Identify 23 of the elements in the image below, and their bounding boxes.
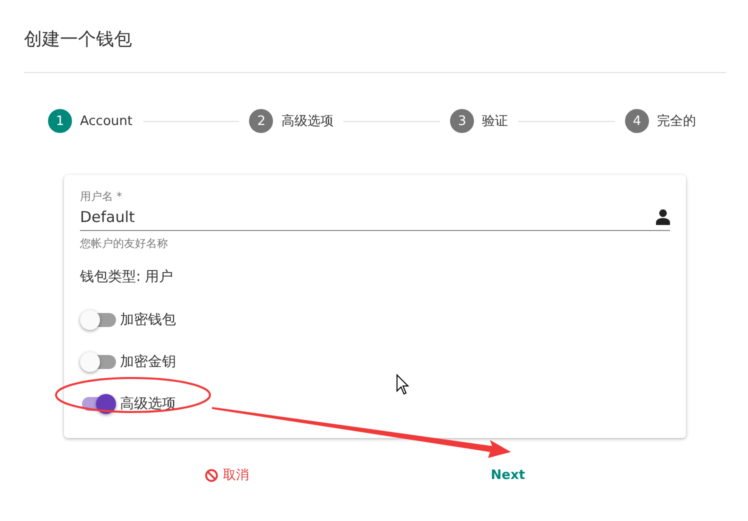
step-number[interactable]: 1 [48, 109, 72, 133]
switch-label: 高级选项 [120, 395, 176, 413]
switch-label: 加密钱包 [120, 311, 176, 329]
step-number[interactable]: 3 [450, 109, 474, 133]
switch-label: 加密金钥 [120, 353, 176, 371]
wallet-type-text: 钱包类型: 用户 [80, 268, 174, 286]
prohibited-icon [204, 468, 218, 482]
toggle-switch[interactable] [80, 310, 116, 330]
step-number[interactable]: 2 [249, 109, 274, 133]
cursor-icon [396, 374, 410, 395]
toggle-switch[interactable] [80, 352, 116, 372]
cancel-button[interactable]: 取消 [190, 460, 263, 490]
step-label[interactable]: 高级选项 [281, 112, 334, 130]
step-label[interactable]: Account [80, 114, 132, 128]
step-number[interactable]: 4 [624, 109, 649, 133]
username-field[interactable]: 用户名 * Default [80, 189, 670, 231]
user-icon [656, 209, 670, 225]
next-button[interactable]: Next [476, 460, 540, 490]
toggle-switch[interactable] [80, 394, 116, 414]
dialog-title: 创建一个钱包 [24, 28, 133, 52]
field-hint: 您帐户的友好名称 [80, 236, 169, 251]
step-label[interactable]: 完全的 [656, 112, 696, 130]
step-label[interactable]: 验证 [482, 112, 508, 130]
